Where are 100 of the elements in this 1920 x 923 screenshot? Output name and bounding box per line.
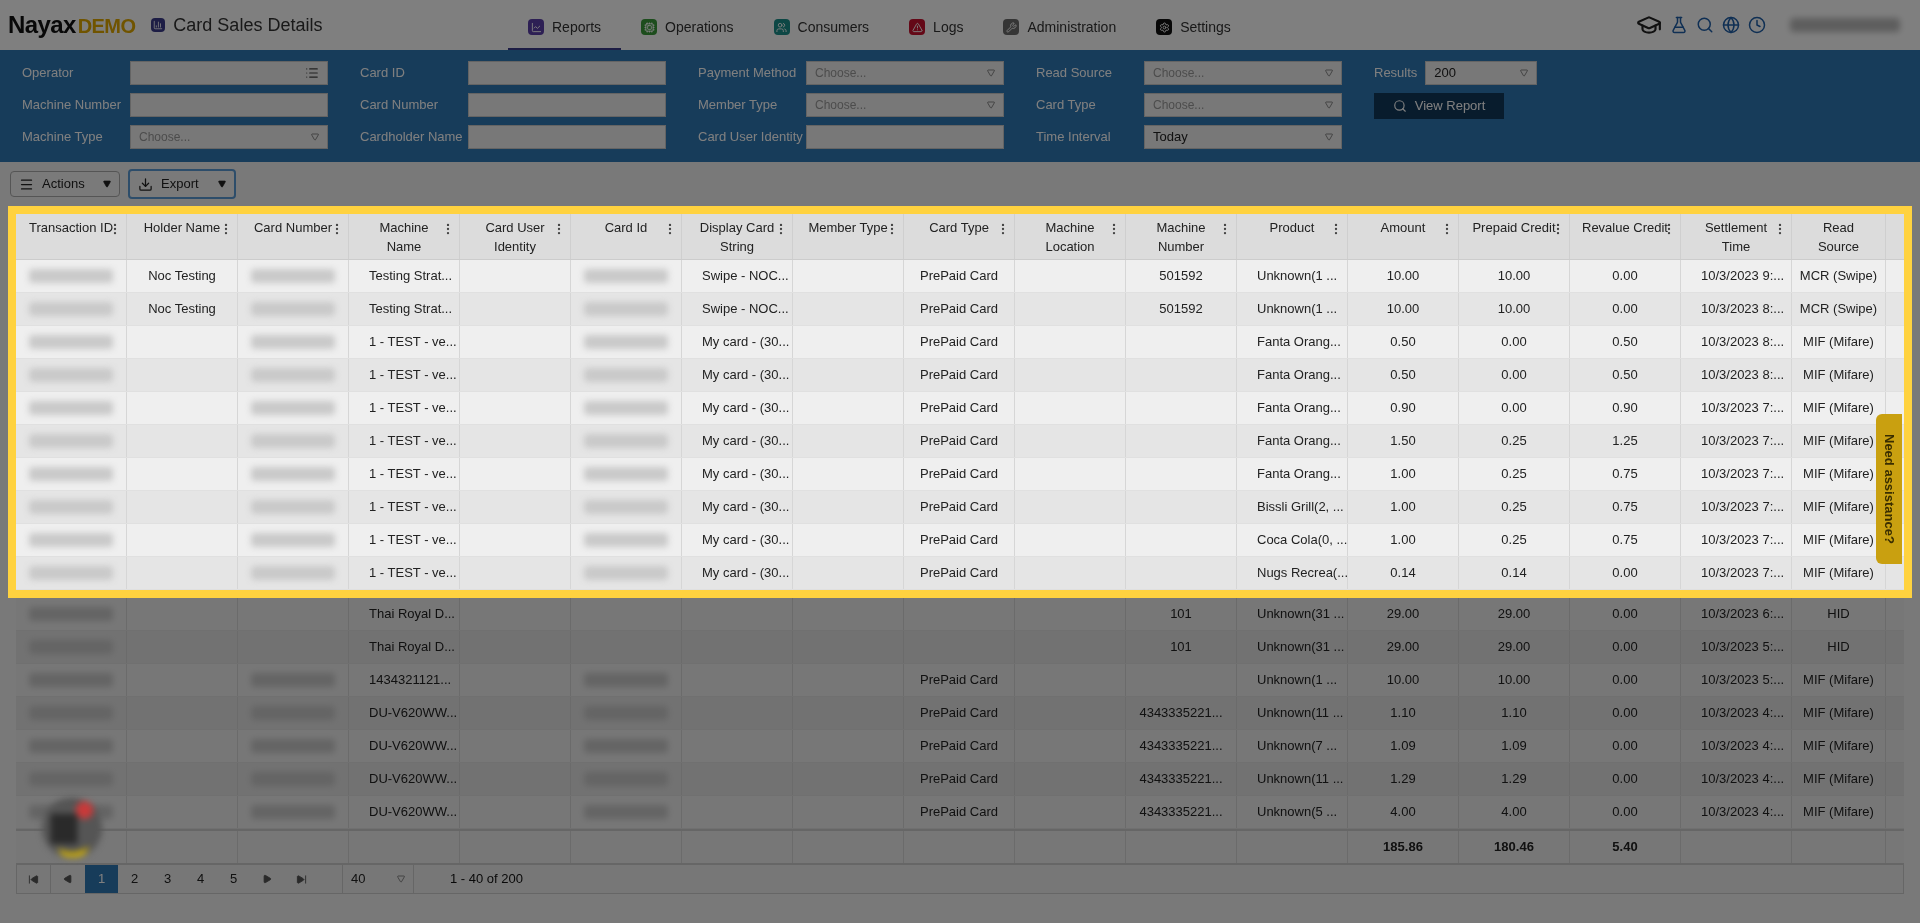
column-header[interactable]: Card Number: [254, 218, 332, 259]
column-header[interactable]: Read Source: [1804, 218, 1873, 259]
caret-icon: [397, 875, 405, 883]
logo[interactable]: NayaxDEMO: [8, 7, 136, 43]
select-field[interactable]: 200: [1425, 61, 1538, 85]
table-cell-text: Noc Testing: [148, 267, 216, 286]
table-cell-text: 1 - TEST - ve...: [369, 531, 457, 550]
caret-icon: [987, 101, 995, 109]
column-header[interactable]: Revalue Credit: [1582, 218, 1668, 259]
table-row[interactable]: DU-V620WW... PrePaid Card 4343335221... Unknown(11 ... 1.29 1.29 0.00 10/3/2023 4:... MIF (Mifare): [16, 763, 1904, 796]
column-header[interactable]: Transaction ID: [28, 218, 114, 259]
table-cell-text: Fanta Orang...: [1257, 333, 1341, 352]
table-cell-text: My card - (30...: [702, 498, 790, 517]
table-row[interactable]: 1 - TEST - ve... My card - (30... PrePaid Card Fanta Orang... 0.50 0.00 0.50 10/3/2023 8:... MIF (Mifare): [16, 326, 1904, 359]
table-cell-text: My card - (30...: [702, 432, 790, 451]
download-icon: [138, 176, 153, 192]
table-cell-text: 1 - TEST - ve...: [369, 333, 457, 352]
table-cell-text: My card - (30...: [702, 366, 790, 385]
column-header[interactable]: Prepaid Credit: [1472, 218, 1556, 259]
column-header[interactable]: Holder Name: [143, 218, 221, 259]
column-header[interactable]: Machine Name: [361, 218, 447, 259]
nav-tab[interactable]: Settings: [1136, 6, 1251, 50]
help-tab[interactable]: Need assistance?: [1876, 414, 1902, 564]
table-cell-text: MIF (Mifare): [1803, 704, 1874, 723]
input-field[interactable]: [806, 125, 1004, 149]
nav-tab[interactable]: Administration: [983, 6, 1137, 50]
table-cell-text: MIF (Mifare): [1803, 737, 1874, 756]
export-button[interactable]: Export: [128, 169, 236, 199]
table-cell-text: 0.25: [1501, 531, 1527, 550]
page-button[interactable]: 5: [217, 865, 250, 893]
table-row[interactable]: Noc Testing Testing Strat... Swipe - NOC... PrePaid Card 501592 Unknown(1 ... 10.00 10.00 0.00 10/3/2023 8:... MCR (Swipe): [16, 293, 1904, 326]
table-cell-text: 10/3/2023 4:...: [1701, 737, 1785, 756]
table-row[interactable]: DU-V620WW... PrePaid Card 4343335221... Unknown(11 ... 1.10 1.10 0.00 10/3/2023 4:... MIF (Mifare): [16, 697, 1904, 730]
table-cell-text: 1.29: [1501, 770, 1527, 789]
input-field[interactable]: [468, 93, 666, 117]
nav-icon: [1003, 19, 1020, 35]
column-header[interactable]: Member Type: [808, 218, 888, 259]
table-cell-text: 4.00: [1390, 803, 1416, 822]
view-report-button[interactable]: View Report: [1374, 93, 1504, 119]
column-header[interactable]: Amount: [1380, 218, 1426, 259]
nav-icon: [909, 19, 926, 35]
column-header[interactable]: Settlement Time: [1693, 218, 1779, 259]
filter-label: Machine Number: [22, 96, 122, 115]
table-row[interactable]: Noc Testing Testing Strat... Swipe - NOC... PrePaid Card 501592 Unknown(1 ... 10.00 10.00 0.00 10/3/2023 9:... MCR (Swipe): [16, 260, 1904, 293]
search-icon[interactable]: [1696, 16, 1714, 34]
page-button[interactable]: 4: [184, 865, 217, 893]
select-field[interactable]: Today: [1144, 125, 1342, 149]
page-button[interactable]: 2: [118, 865, 151, 893]
column-header[interactable]: Product: [1269, 218, 1315, 259]
column-header[interactable]: Card Type: [929, 218, 989, 259]
column-header[interactable]: Machine Number: [1138, 218, 1224, 259]
nav-tab[interactable]: Operations: [621, 6, 754, 50]
table-cell-text: Thai Royal D...: [369, 638, 455, 657]
table-cell-text: PrePaid Card: [919, 399, 998, 418]
table-row[interactable]: Thai Royal D... 101 Unknown(31 ... 29.00 29.00 0.00 10/3/2023 5:... HID: [16, 631, 1904, 664]
globe-icon[interactable]: [1722, 16, 1740, 34]
clock-icon[interactable]: [1748, 16, 1766, 34]
flask-icon[interactable]: [1670, 16, 1688, 34]
table-cell-text: PrePaid Card: [919, 737, 998, 756]
table-row[interactable]: 1434321121... PrePaid Card Unknown(1 ... 10.00 10.00 0.00 10/3/2023 5:... MIF (Mifare): [16, 664, 1904, 697]
table-cell-text: Unknown(1 ...: [1257, 300, 1338, 319]
caret-icon: [1325, 101, 1333, 109]
table-row[interactable]: 1 - TEST - ve... My card - (30... PrePaid Card Nugs Recrea(... 0.14 0.14 0.00 10/3/2023 7:... MIF (Mifare): [16, 557, 1904, 590]
table-cell-text: DU-V620WW...: [369, 803, 458, 822]
table-cell-text: 10/3/2023 4:...: [1701, 704, 1785, 723]
table-row[interactable]: Thai Royal D... 101 Unknown(31 ... 29.00 29.00 0.00 10/3/2023 6:... HID: [16, 598, 1904, 631]
table-cell-text: 1.09: [1501, 737, 1527, 756]
column-header[interactable]: Card User Identity: [472, 218, 558, 259]
page-button[interactable]: 1: [85, 865, 118, 893]
table-row[interactable]: 1 - TEST - ve... My card - (30... PrePaid Card Fanta Orang... 0.50 0.00 0.50 10/3/2023 8:... MIF (Mifare): [16, 359, 1904, 392]
page-title: Card Sales Details: [173, 13, 323, 37]
table-row[interactable]: DU-V620WW... PrePaid Card 4343335221... Unknown(7 ... 1.09 1.09 0.00 10/3/2023 4:... MIF (Mifare): [16, 730, 1904, 763]
table-cell-text: MIF (Mifare): [1803, 366, 1874, 385]
table-cell-text: MIF (Mifare): [1803, 770, 1874, 789]
table-cell-text: 10/3/2023 7:...: [1701, 465, 1785, 484]
table-cell-text: MIF (Mifare): [1803, 803, 1874, 822]
table-cell-text: 0.00: [1501, 399, 1527, 418]
input-field[interactable]: [130, 93, 328, 117]
filter-label: Operator: [22, 64, 75, 83]
table-cell-text: 10/3/2023 9:...: [1701, 267, 1785, 286]
caret-icon: [311, 133, 319, 141]
column-header[interactable]: Card Id: [604, 218, 648, 259]
nav-tab[interactable]: Logs: [889, 6, 984, 50]
table-row[interactable]: DU-V620WW... PrePaid Card 4343335221... Unknown(5 ... 4.00 4.00 0.00 10/3/2023 4:... MIF (Mifare): [16, 796, 1904, 829]
table-cell-text: 1.00: [1390, 465, 1416, 484]
nav-tab[interactable]: Consumers: [753, 6, 890, 50]
input-field[interactable]: [130, 61, 328, 85]
page-size-select[interactable]: 40: [342, 865, 414, 893]
actions-button[interactable]: Actions: [10, 171, 120, 197]
search-icon: [1392, 99, 1407, 113]
table-cell-text: PrePaid Card: [919, 465, 998, 484]
page-button[interactable]: 3: [151, 865, 184, 893]
column-header[interactable]: Display Card String: [694, 218, 780, 259]
table-cell-text: My card - (30...: [702, 399, 790, 418]
input-field[interactable]: [468, 61, 666, 85]
table-row[interactable]: 1 - TEST - ve... My card - (30... PrePaid Card Fanta Orang... 0.90 0.00 0.90 10/3/2023 7:... MIF (Mifare): [16, 392, 1904, 425]
table-cell-text: Unknown(11 ...: [1257, 770, 1344, 789]
input-field[interactable]: [468, 125, 666, 149]
filter-label: Card Type: [1036, 96, 1097, 115]
column-header[interactable]: Machine Location: [1027, 218, 1113, 259]
